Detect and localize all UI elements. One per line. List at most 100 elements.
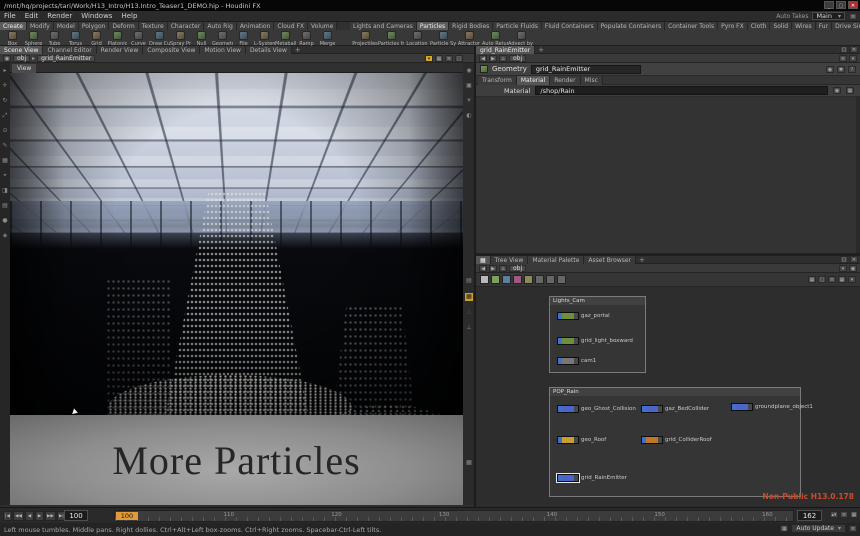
shelf-tab[interactable]: Lights and Cameras [350,22,417,30]
shelf-tab[interactable]: Container Tools [665,22,718,30]
grid-toggle-icon[interactable]: ▦ [466,460,472,466]
shelf-tab[interactable]: Polygon [79,22,110,30]
network-toolbar-icon[interactable] [480,275,489,284]
viewport-layout-icon[interactable]: ▢ [455,55,463,62]
shelf-tool[interactable]: Torus [65,30,86,47]
shelf-tool[interactable]: Sphere [23,30,44,47]
play-reverse-button[interactable]: ◀ [25,511,34,521]
node-name-field[interactable]: grid_RainEmitter [531,65,641,74]
view-tool-icon[interactable]: ⌖ [3,173,6,179]
network-dropdown-icon[interactable]: ▾ [839,265,847,272]
shelf-tab[interactable]: Volume [308,22,337,30]
network-toolbar-icon[interactable] [546,275,555,284]
shelf-tool[interactable]: Box [2,30,23,47]
lock-icon[interactable]: ◉ [849,265,857,272]
shelf-tab[interactable]: Fur [816,22,832,30]
network-layout-icon[interactable]: ▦ [808,276,816,283]
home-icon[interactable]: ⌂ [499,55,507,62]
open-floating-icon[interactable]: ▦ [846,87,854,94]
menu-item[interactable]: Edit [25,12,39,20]
shelf-tool[interactable]: Advect by V [508,30,534,47]
add-tab-icon[interactable]: + [292,46,304,54]
go-start-button[interactable]: |◀ [3,511,12,521]
shelf-tool[interactable]: Tube [44,30,65,47]
node-groundplane[interactable]: groundplane_object1 [731,403,813,411]
shelf-tab[interactable]: Fluid Containers [542,22,598,30]
shelf-tool[interactable]: Spray Pnt [170,30,191,47]
lights-icon[interactable]: ☀ [466,98,471,104]
shelf-tool[interactable]: Null [191,30,212,47]
forward-icon[interactable]: ▶ [489,55,497,62]
shelf-tool[interactable]: L-System [254,30,275,47]
shelf-tab[interactable]: Drive Simulation [832,22,860,30]
frame-view-icon[interactable]: ▣ [466,83,472,89]
next-frame-button[interactable]: ▶▶ [45,511,56,521]
active-display-icon[interactable]: ▦ [465,293,473,301]
menu-item[interactable]: Help [121,12,137,20]
diamond-icon[interactable]: ◈ [3,233,8,239]
back-icon[interactable]: ◀ [479,265,487,272]
shelf-tab[interactable]: Pyro FX [718,22,748,30]
param-dropdown-icon[interactable]: ▾ [849,55,857,62]
node-chooser-icon[interactable]: ◉ [833,87,841,94]
param-scrollbar[interactable] [856,97,860,253]
network-toolbar-icon[interactable] [513,275,522,284]
layout-icon[interactable]: ▤ [2,203,8,209]
network-overview-icon[interactable]: ▢ [818,276,826,283]
viewport-menu-icon[interactable]: ≡ [445,55,453,62]
back-icon[interactable]: ◀ [479,55,487,62]
dot-icon[interactable]: ● [2,218,7,224]
camera-icon[interactable]: ▦ [435,55,443,62]
path-chip-node[interactable]: grid_RainEmitter [37,55,95,62]
shelf-tab[interactable]: Deform [109,22,138,30]
node-gaz-bedcollider[interactable]: gaz_BedCollider [641,405,709,413]
pin-icon[interactable]: ◉ [826,66,834,73]
playbar-options-icon[interactable]: ▦ [850,511,858,518]
minimize-button[interactable]: _ [824,1,834,9]
tab-transform[interactable]: Transform [478,76,517,85]
shelf-tab[interactable]: Model [54,22,79,30]
network-toolbar-icon[interactable] [557,275,566,284]
node-grid-rainemitter[interactable]: grid_RainEmitter [557,474,627,482]
tab-render[interactable]: Render [550,76,580,85]
auto-update-selector[interactable]: Auto Update ▾ [791,524,846,533]
scene-3d-view[interactable] [10,73,463,415]
network-toolbar-icon[interactable] [491,275,500,284]
node-gaz-portal[interactable]: gaz_portal [557,312,610,320]
mirror-icon[interactable]: ◨ [2,188,8,194]
frame-spinner-icon[interactable]: ▴▾ [830,511,838,518]
menu-item[interactable]: Render [47,12,72,20]
shelf-tab[interactable]: Texture [139,22,168,30]
network-zoom-icon[interactable]: ▾ [848,276,856,283]
shelf-tab[interactable]: Solid [770,22,792,30]
shelf-tab[interactable]: Auto Rig [204,22,236,30]
playhead[interactable]: 100 [116,512,138,520]
shelf-tool[interactable]: Metaball [275,30,296,47]
shelf-tool[interactable]: Curve [128,30,149,47]
close-button[interactable]: ✕ [848,1,858,9]
network-toolbar-icon[interactable] [524,275,533,284]
shelf-tool[interactable]: Particles fr [378,30,404,47]
shelf-tab[interactable]: Animation [237,22,275,30]
tab-misc[interactable]: Misc [581,76,603,85]
node-grid-colliderroof[interactable]: grid_ColliderRoof [641,436,712,444]
move-icon[interactable]: ✛ [2,83,7,89]
current-frame-field[interactable]: 100 [64,510,88,521]
persp-view-icon[interactable]: ◉ [466,68,471,74]
shelf-tab[interactable]: Cloth [748,22,771,30]
take-selector[interactable]: Main ▾ [812,12,845,20]
shelf-tab-particles[interactable]: Particles [417,22,449,30]
help-icon[interactable]: ? [848,66,856,73]
menu-item[interactable]: Windows [81,12,112,20]
rotate-icon[interactable]: ↻ [2,98,7,104]
network-menu-icon[interactable]: ≡ [828,276,836,283]
network-toolbar-icon[interactable] [535,275,544,284]
add-tab-icon[interactable]: + [535,46,547,54]
scale-icon[interactable]: ⤢ [3,113,8,119]
material-value-field[interactable]: /shop/Rain [535,86,828,95]
display-options-icon[interactable]: ▤ [466,278,472,284]
add-tab-icon[interactable]: + [636,256,648,264]
shade-icon[interactable]: ◐ [466,113,471,119]
pin-icon[interactable]: ◉ [3,55,11,62]
snap-icon[interactable]: ▾ [425,55,433,62]
